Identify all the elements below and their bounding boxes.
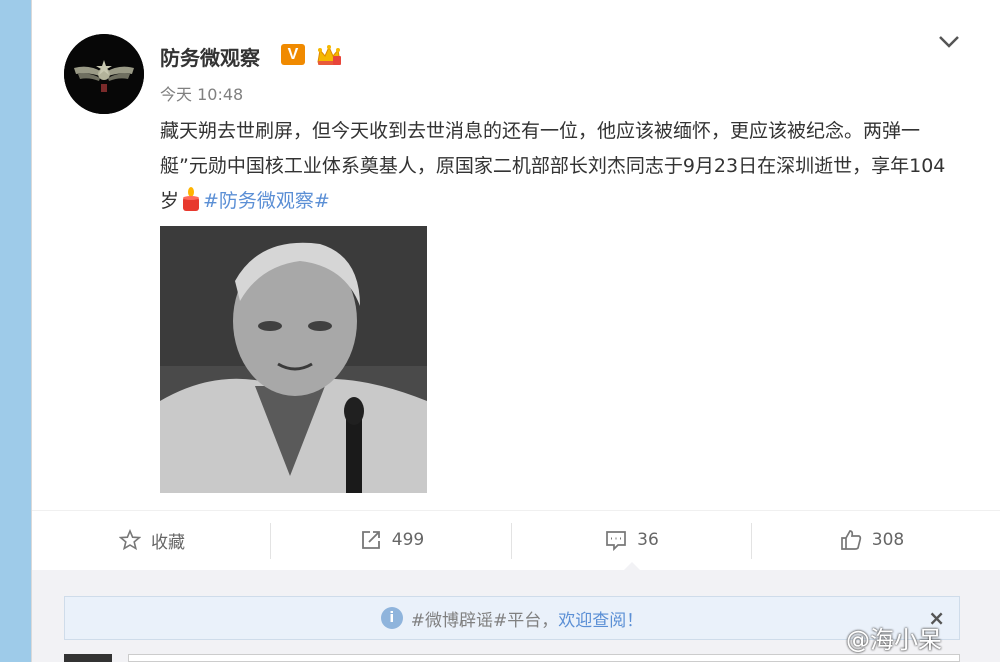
avatar-emblem-icon bbox=[64, 34, 144, 114]
post-text: 藏天朔去世刷屏，但今天收到去世消息的还有一位，他应该被缅怀，更应该被纪念。两弹一… bbox=[160, 114, 960, 219]
like-count: 308 bbox=[871, 530, 905, 550]
info-icon: i bbox=[380, 607, 403, 629]
author-avatar[interactable] bbox=[64, 34, 144, 114]
favorite-button[interactable]: 收藏 bbox=[32, 521, 272, 559]
action-divider bbox=[270, 523, 271, 559]
watermark-text: @海小呆 bbox=[846, 626, 942, 654]
comment-icon bbox=[606, 531, 627, 551]
repost-button[interactable]: 499 bbox=[272, 521, 512, 559]
candle-emoji-icon bbox=[183, 187, 200, 211]
author-name[interactable]: 防务微观察 bbox=[160, 42, 260, 71]
star-icon bbox=[119, 529, 141, 551]
post-photo[interactable] bbox=[160, 226, 427, 493]
portrait-image bbox=[160, 226, 427, 493]
verified-badge-icon[interactable]: V bbox=[281, 44, 305, 65]
comment-button[interactable]: 36 bbox=[512, 521, 752, 559]
crown-badge-icon[interactable] bbox=[315, 42, 343, 68]
comment-input[interactable] bbox=[128, 654, 960, 662]
topic-hashtag-link[interactable]: #防务微观察# bbox=[203, 190, 330, 212]
thumbs-up-icon bbox=[840, 530, 861, 550]
like-button[interactable]: 308 bbox=[752, 521, 992, 559]
chevron-down-icon[interactable] bbox=[936, 32, 962, 52]
share-icon bbox=[361, 531, 380, 549]
rumor-notice-bar: i #微博辟谣#平台， 欢迎查阅！ × bbox=[64, 596, 960, 640]
favorite-label: 收藏 bbox=[151, 532, 185, 553]
notice-link[interactable]: 欢迎查阅！ bbox=[558, 606, 643, 631]
notice-text: #微博辟谣#平台， bbox=[410, 610, 559, 631]
post-timestamp[interactable]: 今天 10:48 bbox=[160, 81, 243, 105]
commenter-avatar bbox=[64, 654, 112, 662]
weibo-post-card: 防务微观察 V 今天 10:48 藏天朔去世刷屏，但今天收到去世消息的还有一位，… bbox=[31, 0, 1000, 662]
repost-count: 499 bbox=[391, 530, 425, 550]
comment-count: 36 bbox=[637, 530, 659, 550]
post-action-bar: 收藏 499 36 308 bbox=[32, 510, 1000, 570]
weibo-watermark: @海小呆 bbox=[846, 620, 942, 655]
